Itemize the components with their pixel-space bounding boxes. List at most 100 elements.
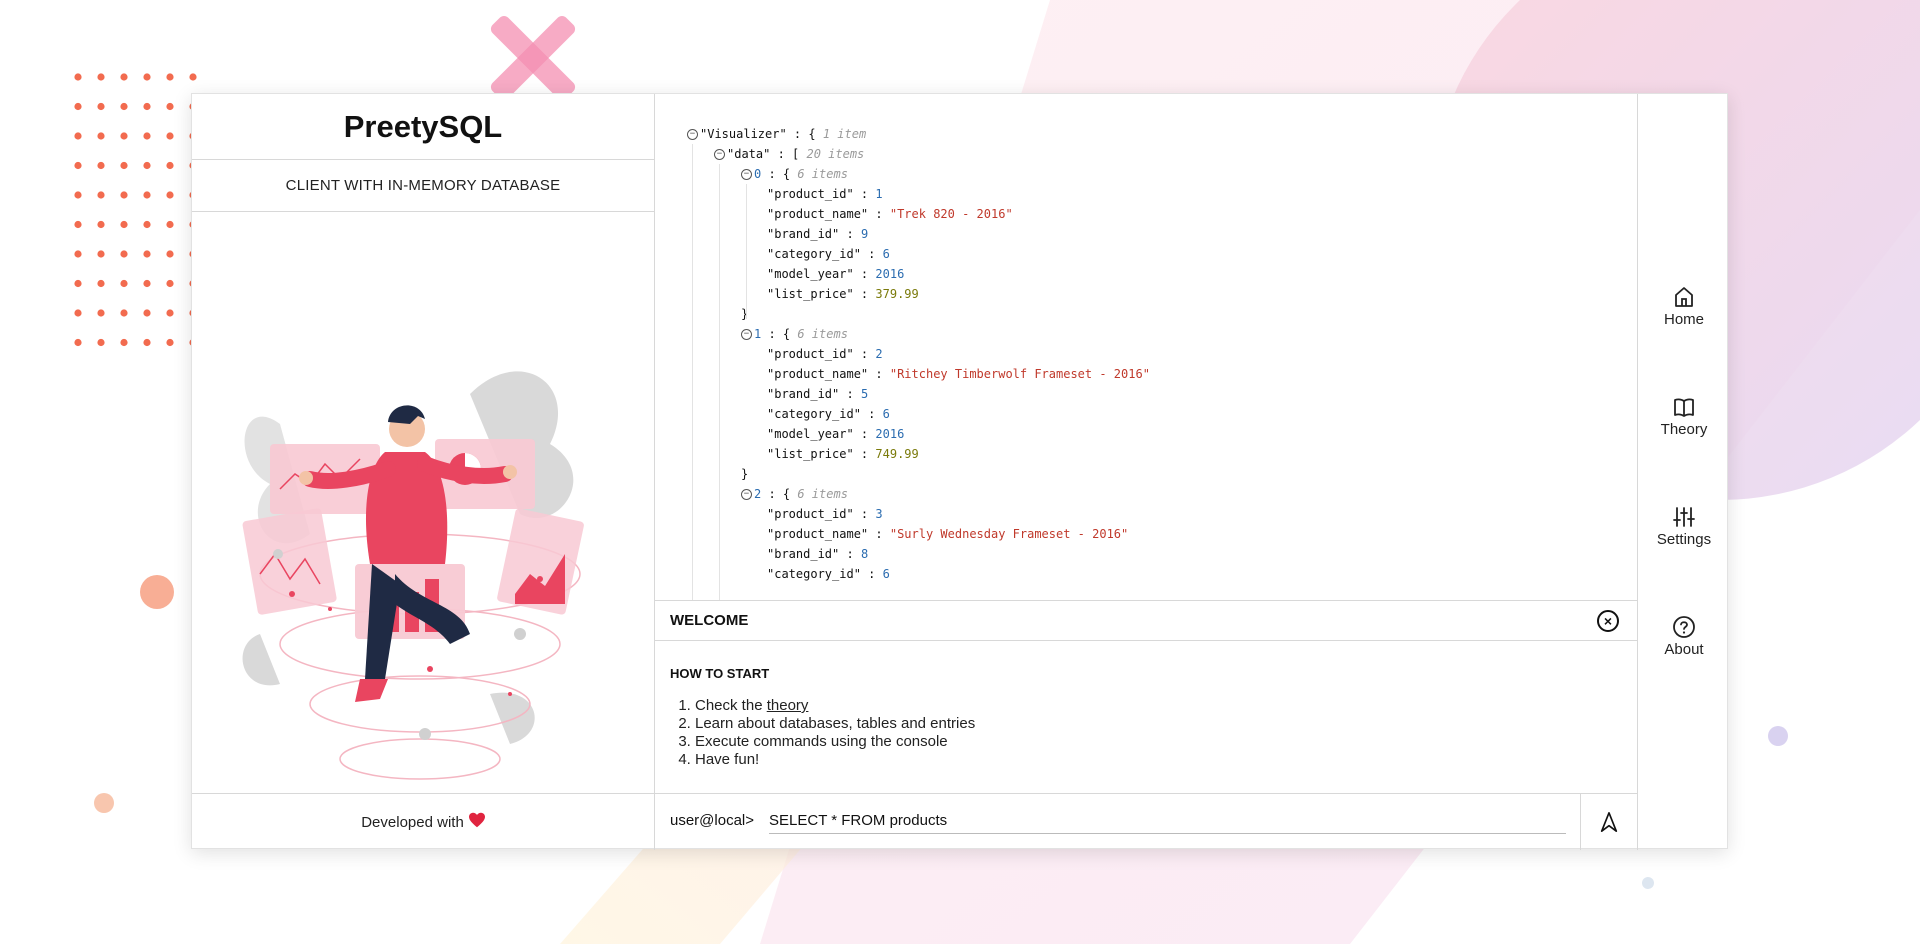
welcome-header: WELCOME ×: [655, 601, 1637, 641]
json-value: 3: [875, 507, 883, 521]
nav-settings[interactable]: Settings: [1638, 505, 1730, 575]
decor-dot: [143, 73, 151, 81]
decor-dot: [97, 338, 105, 347]
json-value: 1: [875, 187, 883, 201]
decor-dot: [74, 161, 82, 170]
json-key: "list_price": [767, 447, 854, 461]
app-subtitle: CLIENT WITH IN-MEMORY DATABASE: [192, 160, 654, 212]
decor-dot: [143, 191, 151, 199]
step-item: Execute commands using the console: [695, 733, 975, 751]
json-key: "list_price": [767, 287, 854, 301]
json-value: 9: [860, 227, 869, 241]
json-key: "model_year": [767, 267, 854, 281]
decor-dot: [74, 191, 82, 199]
decor-dot: [166, 102, 174, 111]
collapse-icon[interactable]: −: [741, 329, 752, 340]
json-value: 5: [860, 387, 869, 401]
run-command-button[interactable]: [1580, 794, 1637, 850]
nav-about[interactable]: About: [1638, 615, 1730, 685]
decor-dot: [120, 161, 128, 170]
json-field-row: "product_id" : 3: [767, 507, 883, 521]
json-key: "category_id": [767, 247, 861, 261]
json-field-row: "product_name" : "Surly Wednesday Frames…: [767, 527, 1129, 541]
collapse-icon[interactable]: −: [687, 129, 698, 140]
json-root-row[interactable]: − "Visualizer" : { 1 item: [687, 124, 1637, 144]
howto-title: HOW TO START: [670, 666, 770, 681]
json-value: "Trek 820 - 2016": [889, 207, 1013, 221]
json-meta: 6 items: [797, 487, 848, 501]
decor-dot: [97, 73, 105, 81]
json-field-row: "category_id" : 6: [767, 407, 890, 421]
decor-dot: [166, 132, 174, 140]
nav-theory[interactable]: Theory: [1638, 395, 1730, 465]
decor-dot: [166, 338, 174, 347]
json-item-row[interactable]: −0 : { 6 items: [687, 164, 1637, 184]
app-window: PreetySQL CLIENT WITH IN-MEMORY DATABASE: [191, 93, 1730, 850]
collapse-icon[interactable]: −: [741, 489, 752, 500]
decor-dot: [97, 279, 105, 288]
json-data-row[interactable]: − "data" : [ 20 items: [687, 144, 1637, 164]
json-field-row: "model_year" : 2016: [767, 267, 905, 281]
decor-dot: [120, 220, 128, 229]
nav-label: Settings: [1656, 531, 1712, 548]
json-value: "Ritchey Timberwolf Frameset - 2016": [889, 367, 1150, 381]
decor-dot: [97, 132, 105, 140]
decor-dot: [143, 161, 151, 170]
json-key: "product_name": [767, 367, 869, 381]
json-visualizer[interactable]: − "Visualizer" : { 1 item − "data" : [ 20 …: [655, 94, 1637, 601]
command-input[interactable]: [769, 808, 1566, 834]
footer-text: Developed with: [361, 813, 464, 831]
json-meta: 6 items: [797, 327, 848, 341]
json-value: 6: [882, 407, 890, 421]
step-item: Have fun!: [695, 751, 975, 769]
json-key: "product_name": [767, 527, 869, 541]
json-item-row[interactable]: −2 : { 6 items: [687, 484, 1637, 504]
json-field-row: "brand_id" : 9: [767, 227, 869, 241]
decor-dot: [74, 220, 82, 229]
book-icon: [1674, 398, 1694, 417]
collapse-icon[interactable]: −: [714, 149, 725, 160]
json-value: 379.99: [875, 287, 919, 301]
json-value: 6: [882, 247, 890, 261]
json-item-row[interactable]: −1 : { 6 items: [687, 324, 1637, 344]
json-value: "Surly Wednesday Frameset - 2016": [889, 527, 1129, 541]
decor-dot: [74, 338, 82, 347]
theory-link[interactable]: theory: [767, 697, 809, 714]
app-brand: PreetySQL: [192, 94, 654, 160]
json-value: 2: [875, 347, 883, 361]
send-icon: [1600, 812, 1618, 832]
json-items: −0 : { 6 items "product_id" : 1 "product_n…: [687, 164, 1637, 584]
step-item: Learn about databases, tables and entrie…: [695, 715, 975, 733]
decor-dot: [97, 309, 105, 317]
json-value: 2016: [875, 427, 905, 441]
json-indent-guide: [746, 184, 747, 319]
decor-dot: [143, 220, 151, 229]
json-key: "data": [727, 147, 771, 161]
help-circle-icon: [1673, 616, 1695, 638]
decor-dot: [120, 102, 128, 111]
developer-illustration: [242, 371, 584, 780]
json-key: "category_id": [767, 567, 861, 581]
hero-illustration: [220, 274, 630, 819]
json-key: "product_id": [767, 187, 854, 201]
json-indent-guide: [719, 164, 720, 600]
json-key: "brand_id": [767, 227, 840, 241]
json-field-row: "model_year" : 2016: [767, 427, 905, 441]
json-index: 1: [754, 327, 762, 341]
console-bar: user@local>: [655, 793, 1637, 850]
close-welcome-button[interactable]: ×: [1597, 610, 1619, 632]
decor-dot: [143, 279, 151, 288]
nav-label: Theory: [1660, 421, 1708, 438]
footer-credit: Developed with: [192, 793, 655, 850]
json-index: 0: [754, 167, 762, 181]
decor-dot: [166, 161, 174, 170]
nav-home[interactable]: Home: [1638, 285, 1730, 355]
decor-dot: [166, 279, 174, 288]
collapse-icon[interactable]: −: [741, 169, 752, 180]
decor-dot: [143, 102, 151, 111]
decor-dot: [97, 161, 105, 170]
decor-dot: [120, 73, 128, 81]
decor-dot: [166, 73, 174, 81]
json-key: "product_name": [767, 207, 869, 221]
decor-dot: [97, 102, 105, 111]
